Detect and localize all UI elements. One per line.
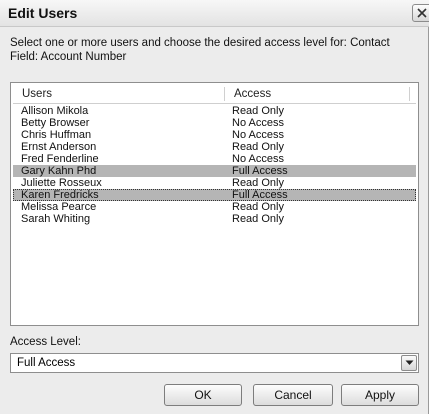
table-row[interactable]: Fred Fenderline No Access (13, 153, 416, 165)
list-header: Users Access (13, 85, 416, 104)
access-cell: Read Only (232, 105, 284, 117)
table-row[interactable]: Karen Fredricks Full Access (13, 189, 416, 201)
access-level-value: Full Access (17, 357, 76, 369)
title-bar: Edit Users (0, 0, 429, 27)
user-name-cell: Chris Huffman (21, 129, 92, 141)
users-list[interactable]: Users Access Allison Mikola Read Only Bett… (10, 82, 419, 326)
access-level-label: Access Level: (10, 336, 81, 348)
table-row[interactable]: Allison Mikola Read Only (13, 105, 416, 117)
dropdown-button[interactable] (401, 355, 417, 371)
access-cell: No Access (232, 129, 284, 141)
edit-users-dialog: Edit Users Select one or more users and … (0, 0, 429, 414)
column-divider[interactable] (409, 87, 410, 101)
apply-button[interactable]: Apply (341, 384, 419, 406)
column-header-access[interactable]: Access (234, 88, 271, 100)
user-name-cell: Betty Browser (21, 117, 90, 129)
access-cell: Read Only (232, 141, 284, 153)
user-name-cell: Fred Fenderline (21, 153, 99, 165)
access-level-select[interactable]: Full Access (10, 353, 419, 373)
close-icon (417, 8, 427, 18)
access-cell: Read Only (232, 201, 284, 213)
access-cell: Full Access (232, 165, 288, 177)
table-row[interactable]: Gary Kahn Phd Full Access (13, 165, 416, 177)
table-row[interactable]: Melissa Pearce Read Only (13, 201, 416, 213)
access-cell: No Access (232, 153, 284, 165)
user-name-cell: Karen Fredricks (21, 189, 99, 201)
column-divider[interactable] (224, 87, 225, 101)
table-row[interactable]: Ernst Anderson Read Only (13, 141, 416, 153)
column-header-users[interactable]: Users (22, 88, 52, 100)
access-cell: Read Only (232, 213, 284, 225)
user-name-cell: Gary Kahn Phd (21, 165, 97, 177)
window-title: Edit Users (8, 5, 78, 21)
user-name-cell: Sarah Whiting (21, 213, 91, 225)
cancel-button[interactable]: Cancel (253, 384, 333, 406)
instructions-text: Select one or more users and choose the … (10, 37, 390, 63)
table-row[interactable]: Betty Browser No Access (13, 117, 416, 129)
table-row[interactable]: Juliette Rosseux Read Only (13, 177, 416, 189)
access-cell: Read Only (232, 177, 284, 189)
close-button[interactable] (412, 4, 429, 22)
user-name-cell: Juliette Rosseux (21, 177, 102, 189)
table-row[interactable]: Sarah Whiting Read Only (13, 213, 416, 225)
user-name-cell: Melissa Pearce (21, 201, 97, 213)
access-cell: No Access (232, 117, 284, 129)
chevron-down-icon (405, 360, 414, 365)
list-rows: Allison Mikola Read Only Betty Browser No A… (13, 105, 416, 225)
user-name-cell: Allison Mikola (21, 105, 89, 117)
user-name-cell: Ernst Anderson (21, 141, 97, 153)
ok-button[interactable]: OK (164, 384, 242, 406)
table-row[interactable]: Chris Huffman No Access (13, 129, 416, 141)
access-cell: Full Access (232, 189, 288, 201)
